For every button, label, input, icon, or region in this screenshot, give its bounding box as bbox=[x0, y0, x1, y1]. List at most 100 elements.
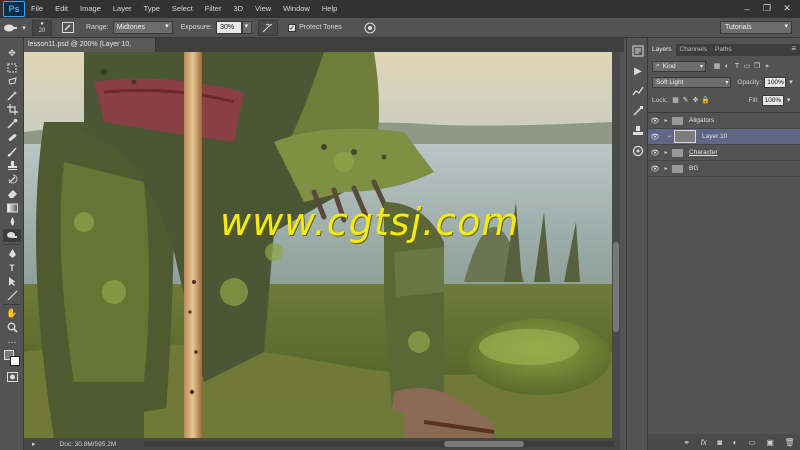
quick-mask-icon[interactable] bbox=[3, 370, 21, 383]
layer-row-bg[interactable]: 👁 ▸ BG bbox=[648, 161, 800, 177]
line-tool-icon[interactable] bbox=[3, 289, 21, 302]
filter-toggle-icon[interactable]: ● bbox=[762, 63, 772, 70]
layer-filter-kind-select[interactable]: ⌕ Kind bbox=[652, 60, 706, 72]
airbrush-icon[interactable] bbox=[258, 19, 279, 36]
expand-arrow-icon[interactable]: ▸ bbox=[662, 149, 670, 156]
minimize-button[interactable]: – bbox=[738, 2, 756, 15]
adjustments-panel-icon[interactable] bbox=[630, 84, 646, 98]
magic-wand-tool-icon[interactable] bbox=[3, 89, 21, 102]
move-tool-icon[interactable]: ✥ bbox=[3, 47, 21, 60]
folder-icon[interactable]: ▭ bbox=[748, 438, 756, 447]
menu-help[interactable]: Help bbox=[316, 0, 343, 18]
tab-layers[interactable]: Layers bbox=[648, 44, 676, 56]
tab-paths[interactable]: Paths bbox=[711, 44, 736, 56]
chevron-down-icon[interactable]: ▾ bbox=[784, 96, 794, 104]
expand-arrow-icon[interactable]: ▸ bbox=[662, 165, 670, 172]
history-panel-icon[interactable] bbox=[630, 44, 646, 58]
healing-brush-tool-icon[interactable] bbox=[3, 131, 21, 144]
chevron-down-icon[interactable]: ▾ bbox=[786, 78, 796, 86]
menu-select[interactable]: Select bbox=[166, 0, 199, 18]
tool-presets-panel-icon[interactable] bbox=[630, 144, 646, 158]
expand-arrow-icon[interactable]: ▸ bbox=[662, 117, 670, 124]
menu-image[interactable]: Image bbox=[74, 0, 107, 18]
layer-name[interactable]: Character bbox=[689, 149, 718, 156]
filter-pixel-icon[interactable]: ▦ bbox=[712, 62, 722, 70]
pressure-size-icon[interactable] bbox=[360, 20, 380, 36]
actions-panel-icon[interactable]: ▶ bbox=[630, 64, 646, 78]
brush-tool-icon[interactable] bbox=[3, 145, 21, 158]
layer-name[interactable]: BG bbox=[689, 165, 698, 172]
workspace-select[interactable]: Tutorials bbox=[720, 21, 792, 34]
document-tab[interactable]: lesson11.psd @ 200% (Layer 10, RGB/8) *× bbox=[24, 38, 156, 62]
menu-edit[interactable]: Edit bbox=[49, 0, 74, 18]
menu-window[interactable]: Window bbox=[277, 0, 316, 18]
opacity-input[interactable]: 100% bbox=[764, 76, 787, 88]
visibility-eye-icon[interactable]: 👁 bbox=[648, 117, 662, 125]
crop-tool-icon[interactable] bbox=[3, 103, 21, 116]
brush-panel-icon[interactable] bbox=[58, 20, 78, 36]
color-swatches[interactable] bbox=[2, 350, 22, 368]
eyedropper-tool-icon[interactable] bbox=[3, 117, 21, 130]
hand-tool-icon[interactable]: ✋ bbox=[3, 307, 21, 320]
trash-icon[interactable]: 🗑 bbox=[785, 438, 795, 447]
pen-tool-icon[interactable] bbox=[3, 247, 21, 260]
range-select[interactable]: Midtones bbox=[112, 21, 173, 34]
document-canvas[interactable] bbox=[24, 52, 612, 438]
filter-type-icon[interactable]: T bbox=[732, 63, 742, 70]
adjustment-icon[interactable]: ◐ bbox=[733, 438, 738, 447]
visibility-eye-icon[interactable]: 👁 bbox=[648, 165, 662, 173]
blend-mode-select[interactable]: Soft Light bbox=[652, 76, 732, 88]
menu-filter[interactable]: Filter bbox=[199, 0, 228, 18]
menu-type[interactable]: Type bbox=[138, 0, 166, 18]
vertical-scroll-thumb[interactable] bbox=[613, 242, 619, 332]
close-button[interactable]: ✕ bbox=[778, 2, 796, 15]
filter-adjustment-icon[interactable]: ◐ bbox=[722, 63, 732, 70]
menu-layer[interactable]: Layer bbox=[107, 0, 138, 18]
clone-source-panel-icon[interactable] bbox=[630, 124, 646, 138]
marquee-tool-icon[interactable] bbox=[3, 61, 21, 74]
mask-icon[interactable]: ◙ bbox=[717, 438, 722, 447]
path-selection-tool-icon[interactable] bbox=[3, 275, 21, 288]
dodge-tool-preset-icon[interactable] bbox=[0, 20, 20, 36]
eraser-tool-icon[interactable] bbox=[3, 187, 21, 200]
layer-row-aligators[interactable]: 👁 ▸ Aligators bbox=[648, 113, 800, 129]
exposure-slider-toggle[interactable] bbox=[242, 21, 253, 34]
dodge-tool-icon[interactable] bbox=[3, 229, 21, 242]
canvas-horizontal-scrollbar[interactable] bbox=[144, 441, 614, 447]
history-brush-tool-icon[interactable] bbox=[3, 173, 21, 186]
fx-icon[interactable]: fx bbox=[701, 438, 707, 447]
tab-channels[interactable]: Channels bbox=[676, 44, 711, 56]
exposure-input[interactable]: 30% bbox=[216, 21, 243, 34]
horizontal-scroll-thumb[interactable] bbox=[444, 441, 524, 447]
lock-all-icon[interactable]: 🔒 bbox=[701, 96, 711, 104]
panel-menu-icon[interactable]: ≡ bbox=[791, 44, 796, 53]
restore-button[interactable]: ❐ bbox=[758, 2, 776, 15]
menu-file[interactable]: File bbox=[25, 0, 49, 18]
layer-name[interactable]: Aligators bbox=[689, 117, 714, 124]
filter-shape-icon[interactable]: ▭ bbox=[742, 62, 752, 70]
lasso-tool-icon[interactable] bbox=[3, 75, 21, 88]
chevron-down-icon[interactable]: ▾ bbox=[20, 20, 28, 36]
clone-stamp-tool-icon[interactable] bbox=[3, 159, 21, 172]
brush-size-picker[interactable]: ● 20 bbox=[32, 19, 52, 36]
type-tool-icon[interactable]: T bbox=[3, 261, 21, 274]
link-icon[interactable]: ⚭ bbox=[683, 438, 690, 447]
menu-view[interactable]: View bbox=[249, 0, 277, 18]
lock-position-icon[interactable]: ✥ bbox=[691, 96, 701, 104]
filter-smart-object-icon[interactable]: ❐ bbox=[752, 62, 762, 70]
brush-presets-panel-icon[interactable] bbox=[630, 104, 646, 118]
layer-row-character[interactable]: 👁 ▸ Character bbox=[648, 145, 800, 161]
fill-input[interactable]: 100% bbox=[761, 94, 784, 106]
layer-row-layer-10[interactable]: 👁 ⌐ Layer 10 bbox=[648, 129, 800, 145]
menu-3d[interactable]: 3D bbox=[227, 0, 249, 18]
lock-transparent-icon[interactable]: ▦ bbox=[671, 96, 681, 104]
more-tools-icon[interactable]: ··· bbox=[3, 335, 21, 348]
blur-tool-icon[interactable] bbox=[3, 215, 21, 228]
new-layer-icon[interactable]: ▣ bbox=[766, 438, 774, 447]
lock-pixels-icon[interactable]: ✎ bbox=[681, 96, 691, 104]
canvas-vertical-scrollbar[interactable] bbox=[612, 52, 620, 438]
gradient-tool-icon[interactable] bbox=[3, 201, 21, 214]
background-color-swatch[interactable] bbox=[10, 356, 20, 366]
visibility-eye-icon[interactable]: 👁 bbox=[648, 133, 662, 141]
doc-size-info[interactable]: Doc: 30.8M/595.2M bbox=[60, 441, 117, 448]
